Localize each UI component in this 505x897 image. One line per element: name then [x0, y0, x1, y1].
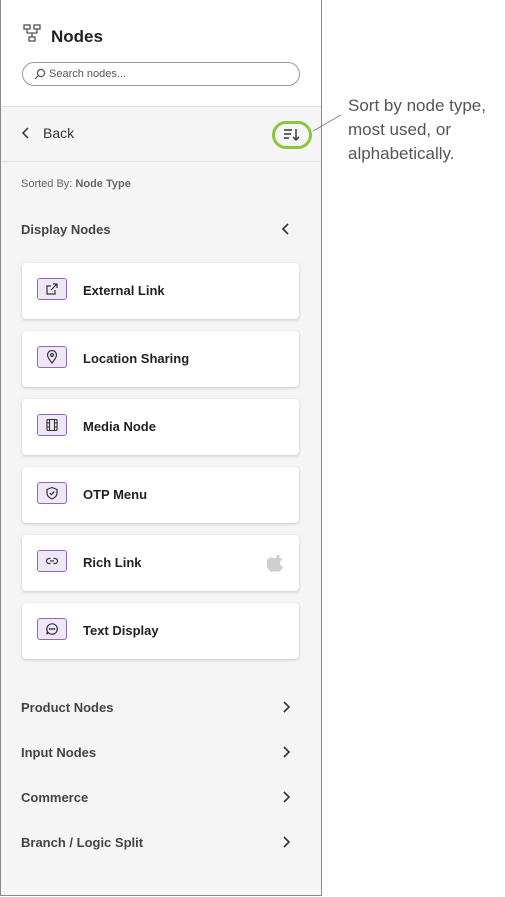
sorted-by-label: Sorted By:	[21, 178, 73, 190]
node-card-label: Text Display	[83, 623, 159, 638]
node-tree-icon	[23, 24, 41, 42]
search-icon	[34, 68, 46, 80]
section-label: Commerce	[21, 789, 89, 805]
back-label: Back	[43, 125, 75, 141]
sort-icon	[284, 129, 300, 141]
shield-check-icon	[37, 482, 67, 504]
link-icon	[37, 550, 67, 572]
sort-button[interactable]	[272, 121, 312, 149]
chevron-right-icon	[283, 701, 291, 713]
node-card-otp-menu[interactable]: OTP Menu	[22, 467, 299, 523]
sorted-by-value: Node Type	[75, 178, 131, 190]
node-card-label: Rich Link	[83, 555, 142, 570]
section-branch-logic-split[interactable]: Branch / Logic Split	[21, 830, 301, 854]
node-card-rich-link[interactable]: Rich Link	[22, 535, 299, 591]
chevron-left-icon	[281, 223, 289, 235]
node-card-label: OTP Menu	[83, 487, 148, 502]
section-label: Display Nodes	[21, 221, 111, 237]
node-card-media-node[interactable]: Media Node	[22, 399, 299, 455]
node-card-external-link[interactable]: External Link	[22, 263, 299, 319]
panel-header: Nodes	[1, 0, 321, 107]
search-input[interactable]	[49, 65, 289, 83]
section-commerce[interactable]: Commerce	[21, 785, 301, 809]
section-label: Branch / Logic Split	[21, 834, 144, 850]
back-bar: Back	[1, 107, 321, 162]
external-link-icon	[37, 278, 67, 300]
apple-icon	[267, 554, 283, 572]
search-box[interactable]	[22, 62, 300, 86]
chevron-right-icon	[283, 836, 291, 848]
section-display-nodes[interactable]: Display Nodes	[21, 217, 301, 241]
sorted-by-text: Sorted By: Node Type	[21, 178, 131, 190]
node-card-label: Location Sharing	[83, 351, 190, 366]
section-input-nodes[interactable]: Input Nodes	[21, 740, 301, 764]
node-card-label: External Link	[83, 283, 165, 298]
section-label: Input Nodes	[21, 744, 97, 760]
chevron-right-icon	[283, 746, 291, 758]
chevron-left-icon	[21, 127, 29, 139]
nodes-panel: Nodes Back Sorted By: Node Type Display …	[0, 0, 322, 896]
annotation-text: Sort by node type, most used, or alphabe…	[348, 96, 486, 163]
chevron-right-icon	[283, 791, 291, 803]
section-product-nodes[interactable]: Product Nodes	[21, 695, 301, 719]
map-pin-icon	[37, 346, 67, 368]
section-label: Product Nodes	[21, 699, 114, 715]
film-icon	[37, 414, 67, 436]
node-card-location-sharing[interactable]: Location Sharing	[22, 331, 299, 387]
back-button[interactable]: Back	[21, 125, 74, 141]
panel-title: Nodes	[51, 27, 103, 46]
chat-bubble-icon	[37, 618, 67, 640]
node-card-text-display[interactable]: Text Display	[22, 603, 299, 659]
node-card-label: Media Node	[83, 419, 156, 434]
